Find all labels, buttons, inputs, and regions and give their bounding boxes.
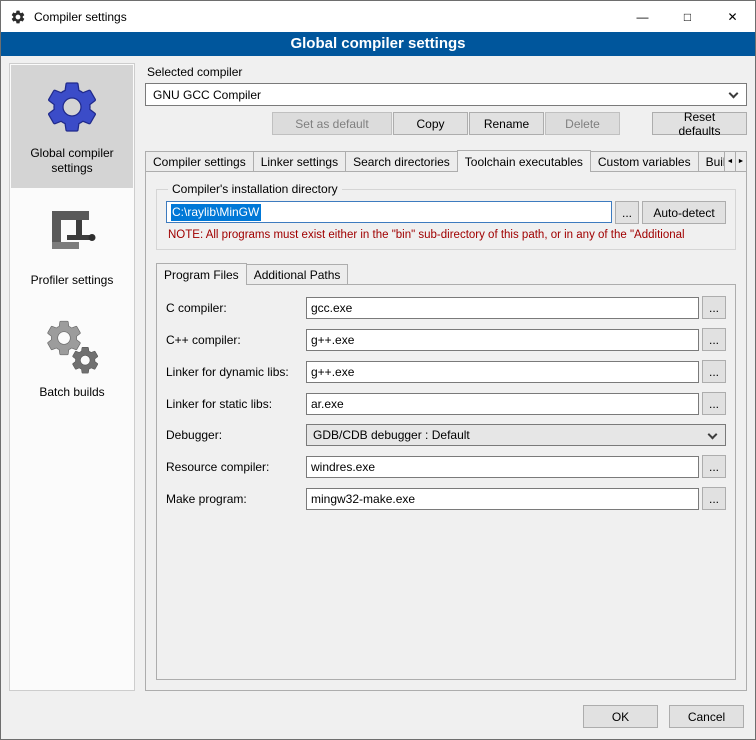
toolchain-executables-panel: Compiler's installation directory C:\ray… bbox=[145, 171, 747, 691]
cpp-compiler-label: C++ compiler: bbox=[166, 333, 303, 347]
linker-dynamic-input[interactable]: g++.exe bbox=[306, 361, 699, 383]
gray-gears-icon bbox=[42, 316, 102, 376]
debugger-select[interactable]: GDB/CDB debugger : Default bbox=[306, 424, 726, 446]
ok-button[interactable]: OK bbox=[583, 705, 658, 728]
debugger-label: Debugger: bbox=[166, 428, 303, 442]
settings-category-sidebar: Global compiler settings Profiler settin… bbox=[9, 63, 135, 691]
sidebar-item-label: Batch builds bbox=[39, 385, 104, 400]
app-icon bbox=[10, 9, 26, 25]
resource-compiler-input[interactable]: windres.exe bbox=[306, 456, 699, 478]
browse-button[interactable]: ... bbox=[702, 392, 726, 415]
dialog-body: Global compiler settings Profiler settin… bbox=[1, 56, 755, 693]
cpp-compiler-input[interactable]: g++.exe bbox=[306, 329, 699, 351]
compiler-settings-window: Compiler settings — □ ✕ Global compiler … bbox=[0, 0, 756, 740]
files-subtabstrip: Program Files Additional Paths bbox=[156, 262, 736, 284]
tab-build-options-clipped[interactable]: Buil bbox=[698, 151, 726, 171]
linker-static-label: Linker for static libs: bbox=[166, 397, 303, 411]
installation-directory-input[interactable]: C:\raylib\MinGW bbox=[166, 201, 612, 223]
chevron-down-icon bbox=[708, 430, 718, 440]
copy-button[interactable]: Copy bbox=[393, 112, 468, 135]
tab-linker-settings[interactable]: Linker settings bbox=[253, 151, 346, 171]
form-row-linker-dynamic: Linker for dynamic libs: g++.exe ... bbox=[166, 360, 726, 383]
chevron-down-icon bbox=[729, 89, 739, 99]
titlebar[interactable]: Compiler settings — □ ✕ bbox=[1, 1, 755, 32]
installation-directory-value: C:\raylib\MinGW bbox=[171, 204, 261, 221]
clamp-icon bbox=[42, 204, 102, 264]
minimize-button[interactable]: — bbox=[620, 1, 665, 32]
window-controls: — □ ✕ bbox=[620, 1, 755, 32]
resource-compiler-label: Resource compiler: bbox=[166, 460, 303, 474]
installation-directory-row: C:\raylib\MinGW ... Auto-detect bbox=[166, 201, 726, 224]
tab-additional-paths[interactable]: Additional Paths bbox=[246, 264, 349, 284]
form-row-linker-static: Linker for static libs: ar.exe ... bbox=[166, 392, 726, 415]
cancel-button[interactable]: Cancel bbox=[669, 705, 744, 728]
tab-program-files[interactable]: Program Files bbox=[156, 263, 247, 285]
tab-scroll-buttons: ◄ ► bbox=[725, 151, 747, 171]
make-program-label: Make program: bbox=[166, 492, 303, 506]
sidebar-item-global-compiler-settings[interactable]: Global compiler settings bbox=[11, 65, 133, 188]
linker-dynamic-label: Linker for dynamic libs: bbox=[166, 365, 303, 379]
dialog-footer: OK Cancel bbox=[1, 693, 755, 739]
tab-custom-variables[interactable]: Custom variables bbox=[590, 151, 699, 171]
installation-note: NOTE: All programs must exist either in … bbox=[168, 229, 724, 241]
browse-button[interactable]: ... bbox=[702, 328, 726, 351]
program-files-panel: C compiler: gcc.exe ... C++ compiler: g+… bbox=[156, 284, 736, 680]
make-program-input[interactable]: mingw32-make.exe bbox=[306, 488, 699, 510]
browse-directory-button[interactable]: ... bbox=[615, 201, 639, 224]
browse-button[interactable]: ... bbox=[702, 455, 726, 478]
settings-tabstrip: Compiler settings Linker settings Search… bbox=[145, 149, 747, 171]
form-row-debugger: Debugger: GDB/CDB debugger : Default bbox=[166, 424, 726, 446]
compiler-actions: Set as default Copy Rename Delete Reset … bbox=[145, 112, 747, 135]
window-title: Compiler settings bbox=[34, 10, 127, 24]
sidebar-item-profiler-settings[interactable]: Profiler settings bbox=[11, 192, 133, 300]
form-row-cpp-compiler: C++ compiler: g++.exe ... bbox=[166, 328, 726, 351]
rename-button[interactable]: Rename bbox=[469, 112, 544, 135]
tab-toolchain-executables[interactable]: Toolchain executables bbox=[457, 150, 591, 172]
dialog-header-title: Global compiler settings bbox=[1, 32, 755, 56]
installation-directory-group: Compiler's installation directory C:\ray… bbox=[156, 182, 736, 250]
debugger-value: GDB/CDB debugger : Default bbox=[313, 428, 470, 442]
selected-compiler-combobox[interactable]: GNU GCC Compiler bbox=[145, 83, 747, 106]
reset-defaults-button[interactable]: Reset defaults bbox=[652, 112, 747, 135]
sidebar-item-batch-builds[interactable]: Batch builds bbox=[11, 304, 133, 412]
browse-button[interactable]: ... bbox=[702, 487, 726, 510]
linker-static-input[interactable]: ar.exe bbox=[306, 393, 699, 415]
maximize-button[interactable]: □ bbox=[665, 1, 710, 32]
browse-button[interactable]: ... bbox=[702, 296, 726, 319]
sidebar-item-label: Profiler settings bbox=[31, 273, 114, 288]
close-button[interactable]: ✕ bbox=[710, 1, 755, 32]
delete-button[interactable]: Delete bbox=[545, 112, 620, 135]
main-content: Selected compiler GNU GCC Compiler Set a… bbox=[145, 63, 747, 691]
browse-button[interactable]: ... bbox=[702, 360, 726, 383]
tab-compiler-settings[interactable]: Compiler settings bbox=[145, 151, 254, 171]
sidebar-item-label: Global compiler settings bbox=[15, 146, 129, 176]
selected-compiler-value: GNU GCC Compiler bbox=[153, 88, 261, 102]
c-compiler-label: C compiler: bbox=[166, 301, 303, 315]
form-row-resource-compiler: Resource compiler: windres.exe ... bbox=[166, 455, 726, 478]
blue-gear-icon bbox=[42, 77, 102, 137]
set-as-default-button[interactable]: Set as default bbox=[272, 112, 392, 135]
tab-scroll-right-button[interactable]: ► bbox=[735, 151, 747, 171]
form-row-c-compiler: C compiler: gcc.exe ... bbox=[166, 296, 726, 319]
form-row-make-program: Make program: mingw32-make.exe ... bbox=[166, 487, 726, 510]
c-compiler-input[interactable]: gcc.exe bbox=[306, 297, 699, 319]
selected-compiler-label: Selected compiler bbox=[147, 65, 747, 79]
tab-search-directories[interactable]: Search directories bbox=[345, 151, 458, 171]
installation-directory-legend: Compiler's installation directory bbox=[168, 182, 342, 196]
auto-detect-button[interactable]: Auto-detect bbox=[642, 201, 726, 224]
